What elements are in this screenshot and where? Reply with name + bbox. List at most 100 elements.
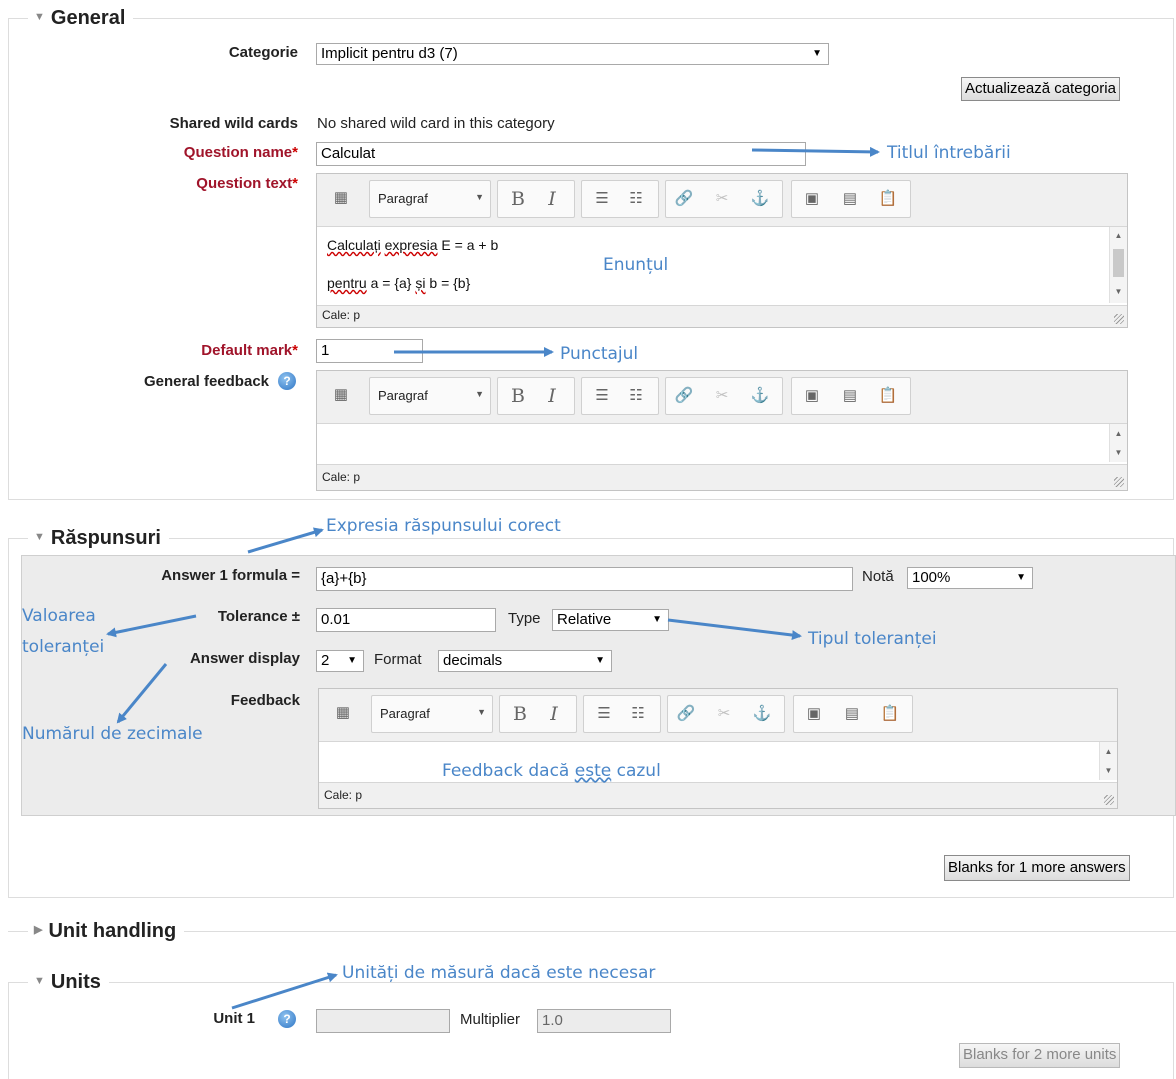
italic-icon[interactable]: I <box>540 700 568 728</box>
default-mark-input[interactable]: 1 <box>316 339 423 363</box>
categorie-label: Categorie <box>228 44 298 61</box>
unit1-input[interactable] <box>316 1009 450 1033</box>
multiplier-input[interactable]: 1.0 <box>537 1009 671 1033</box>
anchor-icon[interactable]: ⚓ <box>746 185 774 213</box>
anchor-icon[interactable]: ⚓ <box>746 382 774 410</box>
link-group: 🔗 ✂ ⚓ <box>667 695 785 733</box>
image-icon[interactable]: ▣ <box>798 382 826 410</box>
question-text-label-text: Question text <box>196 175 293 192</box>
general-feedback-area[interactable]: ▲ ▼ <box>317 423 1127 465</box>
paste-icon[interactable]: 📋 <box>876 700 904 728</box>
media-icon[interactable]: ▤ <box>836 382 864 410</box>
link-icon[interactable]: 🔗 <box>672 700 700 728</box>
unlink-icon[interactable]: ✂ <box>710 700 738 728</box>
editor-path: Cale: p <box>324 788 363 802</box>
annotation-statement: Enunțul <box>603 255 669 275</box>
question-name-label-text: Question name <box>183 144 293 161</box>
general-legend[interactable]: ▼ General <box>28 6 134 31</box>
scroll-thumb[interactable] <box>1113 249 1124 277</box>
bold-icon[interactable]: B <box>506 700 534 728</box>
dropdown-arrow-icon: ▼ <box>1016 572 1026 583</box>
answer-feedback-editor: ▦ Paragraf ▼ B I ☰ ☷ 🔗 ✂ ⚓ ▣ ▤ 📋 ▲ ▼ Cal… <box>318 688 1118 809</box>
bold-icon[interactable]: B <box>504 185 532 213</box>
required-icon: * <box>292 342 298 359</box>
dropdown-arrow-icon: ▼ <box>475 389 484 399</box>
question-text-area[interactable]: Calculați expresia E = a + b pentru a = … <box>317 226 1127 306</box>
collapse-triangle-icon: ▼ <box>34 530 45 543</box>
unlink-icon[interactable]: ✂ <box>708 382 736 410</box>
answer-display-select[interactable]: 2 ▼ <box>316 650 364 672</box>
scroll-down-icon[interactable]: ▼ <box>1110 287 1127 296</box>
bold-icon[interactable]: B <box>504 382 532 410</box>
categorie-select[interactable]: Implicit pentru d3 (7) ▼ <box>316 43 829 65</box>
image-icon[interactable]: ▣ <box>798 185 826 213</box>
media-icon[interactable]: ▤ <box>836 185 864 213</box>
scroll-up-icon[interactable]: ▲ <box>1110 231 1127 240</box>
paragraph-label: Paragraf <box>380 706 430 721</box>
nota-select[interactable]: 100% ▼ <box>907 567 1033 589</box>
type-select[interactable]: Relative ▼ <box>552 609 669 631</box>
resize-grip-icon[interactable] <box>1114 314 1124 324</box>
media-icon[interactable]: ▤ <box>838 700 866 728</box>
paste-icon[interactable]: 📋 <box>874 382 902 410</box>
question-text-word: și <box>415 275 426 291</box>
question-text-line1: Calculați expresia E = a + b <box>327 237 498 253</box>
scroll-down-icon[interactable]: ▼ <box>1110 448 1127 457</box>
unit-handling-legend[interactable]: ▶ Unit handling <box>28 919 185 944</box>
tolerance-input[interactable]: 0.01 <box>316 608 496 632</box>
resize-grip-icon[interactable] <box>1114 477 1124 487</box>
toolbar-toggle-icon[interactable]: ▦ <box>329 699 357 727</box>
paragraph-dropdown[interactable]: Paragraf ▼ <box>369 377 491 415</box>
format-select[interactable]: decimals ▼ <box>438 650 612 672</box>
italic-icon[interactable]: I <box>538 382 566 410</box>
link-icon[interactable]: 🔗 <box>670 382 698 410</box>
more-answers-button[interactable]: Blanks for 1 more answers <box>944 855 1130 881</box>
question-text-editor: ▦ Paragraf ▼ B I ☰ ☷ 🔗 ✂ ⚓ ▣ ▤ 📋 Calcula… <box>316 173 1128 328</box>
multiplier-label: Multiplier <box>460 1011 521 1028</box>
scroll-down-icon[interactable]: ▼ <box>1100 766 1117 775</box>
units-legend[interactable]: ▼ Units <box>28 970 109 995</box>
toolbar-toggle-icon[interactable]: ▦ <box>327 381 355 409</box>
general-feedback-scrollbar[interactable]: ▲ ▼ <box>1109 424 1127 462</box>
link-icon[interactable]: 🔗 <box>670 185 698 213</box>
unlink-icon[interactable]: ✂ <box>708 185 736 213</box>
scroll-up-icon[interactable]: ▲ <box>1110 429 1127 438</box>
dropdown-arrow-icon: ▼ <box>347 655 357 666</box>
resize-grip-icon[interactable] <box>1104 795 1114 805</box>
bullet-list-icon[interactable]: ☰ <box>588 382 616 410</box>
answer-formula-input[interactable]: {a}+{b} <box>316 567 853 591</box>
more-units-button[interactable]: Blanks for 2 more units <box>959 1043 1121 1068</box>
format-label: Format <box>374 651 422 668</box>
italic-icon[interactable]: I <box>538 185 566 213</box>
help-icon[interactable]: ? <box>278 372 296 390</box>
question-name-input[interactable]: Calculat <box>316 142 806 166</box>
scroll-up-icon[interactable]: ▲ <box>1100 747 1117 756</box>
annotation-feedback-prefix: Feedback dacă <box>442 761 570 781</box>
numbered-list-icon[interactable]: ☷ <box>622 382 650 410</box>
bullet-list-icon[interactable]: ☰ <box>590 700 618 728</box>
required-icon: * <box>292 175 298 192</box>
answer-formula-label: Answer 1 formula = <box>161 567 300 584</box>
paragraph-dropdown[interactable]: Paragraf ▼ <box>371 695 493 733</box>
answer-feedback-area[interactable]: ▲ ▼ <box>319 741 1117 783</box>
question-text-scrollbar[interactable]: ▲ ▼ <box>1109 227 1127 303</box>
shared-wild-cards-value: No shared wild card in this category <box>317 115 555 132</box>
numbered-list-icon[interactable]: ☷ <box>622 185 650 213</box>
nota-label: Notă <box>862 568 894 585</box>
answer-feedback-scrollbar[interactable]: ▲ ▼ <box>1099 742 1117 780</box>
bullet-list-icon[interactable]: ☰ <box>588 185 616 213</box>
paste-icon[interactable]: 📋 <box>874 185 902 213</box>
answers-legend[interactable]: ▼ Răspunsuri <box>28 526 169 551</box>
update-category-button[interactable]: Actualizează categoria <box>961 77 1120 101</box>
toolbar-toggle-icon[interactable]: ▦ <box>327 184 355 212</box>
type-label: Type <box>508 610 541 627</box>
numbered-list-icon[interactable]: ☷ <box>624 700 652 728</box>
image-icon[interactable]: ▣ <box>800 700 828 728</box>
paragraph-dropdown[interactable]: Paragraf ▼ <box>369 180 491 218</box>
editor-path: Cale: p <box>322 308 361 322</box>
help-icon[interactable]: ? <box>278 1010 296 1028</box>
anchor-icon[interactable]: ⚓ <box>748 700 776 728</box>
type-select-value: Relative <box>557 611 612 628</box>
answers-legend-text: Răspunsuri <box>50 527 161 549</box>
annotation-units: Unități de măsură dacă este necesar <box>342 963 656 983</box>
